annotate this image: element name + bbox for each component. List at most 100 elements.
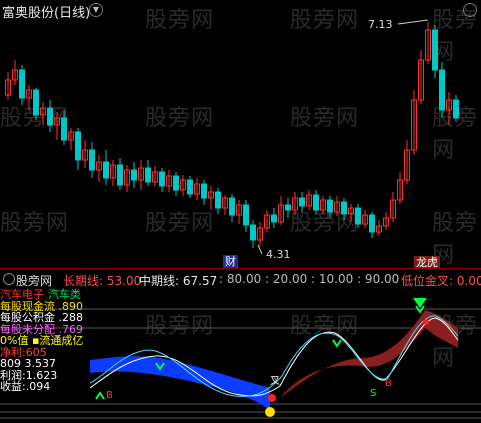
cross-marker: 叉 [270,375,280,387]
cross-signal-value: 低位金叉: 0.00 [401,274,481,288]
candle [54,112,60,140]
buy-marker: B [385,378,392,389]
fundamental-label: 0%值 ▪流通成亿 [0,334,84,347]
candle [61,110,67,145]
candle [187,176,193,198]
signal-dot [268,394,276,402]
candle [425,22,431,64]
mid-line-value: 中期线: 67.57 [139,274,218,288]
candle [236,200,242,224]
candle [278,196,284,225]
high-pointer [397,19,429,25]
candle [103,150,109,185]
candle [208,186,214,210]
candle [40,102,46,125]
candle [222,195,228,215]
candle [327,196,333,218]
chart-title: 富奥股份(日线) [2,6,91,21]
long-line-value: 长期线: 53.00 [63,274,142,288]
level-values: : 80.00 : 20.00 : 10.00 : 90.00 [219,272,400,286]
signal-arrow [95,391,105,400]
candle [117,158,123,190]
candle [124,165,130,192]
sell-marker: S [370,388,376,399]
candle [215,188,221,214]
finance-tag[interactable]: 财 [223,255,238,268]
candle [243,200,249,232]
candle [306,190,312,210]
candle [201,180,207,205]
fundamental-label: 汽车类 [48,288,81,301]
candle [145,160,151,186]
signal-dot [423,319,429,325]
candle [166,170,172,192]
fundamental-label: 收益:.094 [0,380,51,393]
candle [159,168,165,192]
chevron-down-icon[interactable]: ▼ [89,3,103,17]
candle [229,194,235,222]
candle [180,175,186,196]
fundamental-label: 809 3.537 [0,357,56,370]
candle [285,198,291,218]
candle [96,155,102,182]
candle [264,210,270,232]
candlestick-chart[interactable] [0,0,481,268]
candle [334,196,340,216]
low-pointer [257,244,263,255]
candle [82,140,88,168]
candle [5,72,11,100]
candle [12,60,18,85]
candle [341,198,347,220]
candle [19,65,25,105]
candle [173,172,179,196]
low-price-label: 4.31 [266,248,291,261]
candle [362,210,368,228]
fundamental-labels: 汽车电子 汽车类 每股现金流 .890 每股公积金 .288 每股未分配 .769 0%值… [0,289,90,393]
candle [131,162,137,188]
candle [439,62,445,118]
candle [348,204,354,222]
golden-cross-dot [265,407,275,417]
candle [313,190,319,214]
candle [299,192,305,212]
indicator-circle-icon[interactable] [3,273,15,285]
candle [418,50,424,104]
indicator-header: 股旁网 长期线: 53.00 中期线: 67.57 : 80.00 : 20.0… [0,270,481,288]
candle [390,192,396,222]
blue-band [90,356,270,410]
candle [110,160,116,186]
candle [446,92,452,125]
candle [26,85,32,110]
candle [376,220,382,236]
candle [271,208,277,228]
candle [383,212,389,230]
circle-icon[interactable] [463,3,477,17]
candle [33,88,39,120]
candle [194,178,200,200]
candle [453,95,459,122]
buy-marker: B [106,390,113,401]
candle [320,196,326,214]
candle [250,220,256,248]
candle [411,90,417,155]
candle [355,204,361,228]
indicator-name[interactable]: 股旁网 [16,272,52,289]
candle [369,212,375,238]
peak-arrow [413,298,427,308]
candle [397,172,403,204]
high-price-label: 7.13 [368,18,393,31]
candle [432,25,438,78]
red-band [280,310,458,398]
panel-divider [0,268,481,269]
candle [138,160,144,190]
candle [257,222,263,246]
candle [404,140,410,184]
fundamental-label: 每股公积金 .288 [0,311,83,324]
signal-arrow [332,339,342,348]
candle [68,128,74,150]
candle [75,128,81,170]
candle [89,142,95,178]
candle [47,100,53,132]
candle [152,166,158,186]
candle [292,192,298,215]
